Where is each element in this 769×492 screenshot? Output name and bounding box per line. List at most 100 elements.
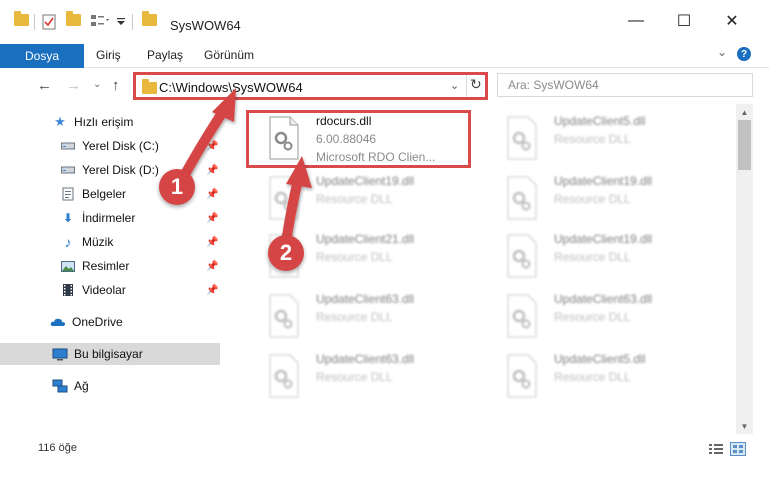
step-1-badge: 1 [159,169,195,205]
cloud-icon [50,315,66,329]
file-description: Resource DLL [554,192,631,206]
file-item[interactable]: UpdateClient19.dll Resource DLL [486,170,716,226]
status-bar: 116 öğe [0,434,769,464]
sidebar-item-pictures[interactable]: Resimler 📌 [0,255,220,277]
sidebar-item-this-pc[interactable]: Bu bilgisayar [0,343,220,365]
sidebar-item-label: Videolar [82,283,126,297]
address-history-chevron-icon[interactable]: ⌄ [450,79,459,92]
file-name: UpdateClient19.dll [554,174,653,188]
sidebar-item-quick-access[interactable]: ★ Hızlı erişim [0,111,220,133]
sidebar-item-videos[interactable]: Videolar 📌 [0,279,220,301]
recent-locations-chevron-icon[interactable]: ⌄ [93,79,101,90]
large-icons-view-icon[interactable] [730,442,746,456]
pin-icon[interactable]: 📌 [206,189,218,200]
tab-home[interactable]: Giriş [96,48,121,62]
step-2-badge: 2 [268,235,304,271]
sidebar-item-onedrive[interactable]: OneDrive [0,311,220,333]
window-title: SysWOW64 [170,18,241,33]
pin-icon[interactable]: 📌 [206,285,218,296]
sidebar-item-label: Ağ [74,379,89,393]
music-icon: ♪ [64,234,72,250]
item-count: 116 öğe [38,442,77,454]
file-description: Resource DLL [316,370,393,384]
close-button[interactable]: ✕ [709,6,755,36]
file-name: UpdateClient5.dll [554,352,646,366]
separator [466,75,467,97]
details-view-icon[interactable] [708,442,724,456]
file-name: UpdateClient19.dll [316,174,415,188]
search-input[interactable] [498,74,752,96]
tab-file[interactable]: Dosya [0,44,84,68]
file-item[interactable]: UpdateClient5.dll Resource DLL [486,348,716,404]
customize-icon[interactable] [90,14,110,28]
sidebar-item-label: OneDrive [72,315,123,329]
window-bottom [0,464,769,492]
sidebar-item-music[interactable]: ♪ Müzik 📌 [0,231,220,253]
documents-icon [60,187,76,201]
address-folder-icon [142,79,157,94]
dll-file-icon [269,176,299,220]
pin-icon[interactable]: 📌 [206,261,218,272]
pin-icon[interactable]: 📌 [206,213,218,224]
sidebar-item-label: İndirmeler [82,211,136,225]
search-box[interactable] [497,73,753,97]
address-path[interactable]: C:\Windows\SysWOW64 [159,80,303,95]
download-icon: ⬇ [62,211,74,225]
file-description: Resource DLL [554,132,631,146]
navigation-pane: ★ Hızlı erişim Yerel Disk (C:) 📌 Yerel D… [0,104,220,434]
scroll-thumb[interactable] [738,120,751,170]
sidebar-item-local-disk-c[interactable]: Yerel Disk (C:) 📌 [0,135,220,157]
tab-view[interactable]: Görünüm [204,48,254,62]
pin-icon[interactable]: 📌 [206,237,218,248]
expand-ribbon-icon[interactable]: ⌄ [717,45,727,59]
separator [34,14,35,30]
minimize-button[interactable]: — [613,6,659,36]
new-folder-icon[interactable] [66,11,81,26]
file-description: Resource DLL [554,310,631,324]
tab-share[interactable]: Paylaş [147,48,183,62]
vertical-scrollbar[interactable]: ▲ ▼ [736,104,753,434]
refresh-icon[interactable]: ↻ [470,76,482,93]
file-description: Resource DLL [316,310,393,324]
file-item[interactable]: UpdateClient63.dll Resource DLL [248,348,478,404]
dll-file-icon [507,234,537,278]
star-icon: ★ [54,114,66,129]
dll-file-icon [507,176,537,220]
navigation-bar: ← → ⌄ ↑ C:\Windows\SysWOW64 ⌄ ↻ [0,68,769,102]
back-arrow-icon[interactable]: ← [37,77,52,94]
maximize-button[interactable]: ☐ [661,6,707,36]
file-name: UpdateClient21.dll [316,232,415,246]
file-description: Resource DLL [554,370,631,384]
file-item[interactable]: UpdateClient19.dll Resource DLL [486,228,716,284]
file-item[interactable]: UpdateClient63.dll Resource DLL [248,288,478,344]
file-item[interactable]: UpdateClient5.dll Resource DLL [486,110,716,166]
scroll-down-icon[interactable]: ▼ [736,418,753,434]
forward-arrow-icon[interactable]: → [66,77,81,94]
sidebar-item-label: Resimler [82,259,130,273]
sidebar-item-label: Yerel Disk (C:) [82,139,159,153]
videos-icon [60,283,76,297]
pin-icon[interactable]: 📌 [206,141,218,152]
file-name: UpdateClient63.dll [316,352,415,366]
separator [132,14,133,30]
sidebar-item-network[interactable]: Ağ [0,375,220,397]
pin-icon[interactable]: 📌 [206,165,218,176]
scroll-up-icon[interactable]: ▲ [736,104,753,120]
file-name: UpdateClient63.dll [554,292,653,306]
properties-icon[interactable] [42,14,56,30]
sidebar-item-label: Hızlı erişim [74,115,134,129]
dll-file-icon [269,354,299,398]
sidebar-item-downloads[interactable]: ⬇ İndirmeler 📌 [0,207,220,229]
file-name: UpdateClient5.dll [554,114,646,128]
file-item[interactable]: UpdateClient19.dll Resource DLL [248,170,478,226]
up-arrow-icon[interactable]: ↑ [112,77,120,94]
title-bar: SysWOW64 — ☐ ✕ [0,0,769,40]
ribbon-tabs: Dosya Giriş Paylaş Görünüm ⌄ ? [0,40,769,68]
folder-icon [14,11,29,26]
file-item[interactable]: UpdateClient63.dll Resource DLL [486,288,716,344]
dll-file-icon [507,116,537,160]
quick-access-dropdown-icon[interactable] [116,18,126,26]
help-icon[interactable]: ? [737,47,751,61]
file-highlight-box [246,110,471,168]
address-bar[interactable]: C:\Windows\SysWOW64 ⌄ ↻ [133,72,488,100]
